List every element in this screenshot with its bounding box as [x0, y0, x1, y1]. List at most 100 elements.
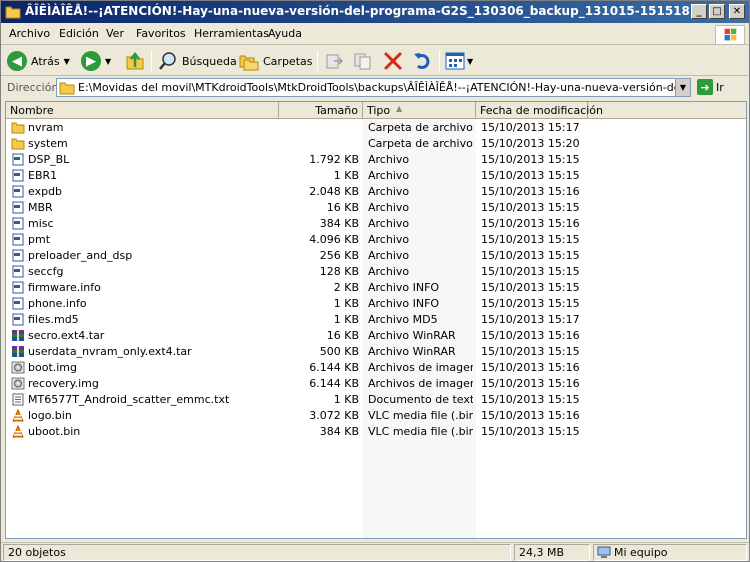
table-row[interactable]: preloader_and_dsp 256 KB Archivo 15/10/2013…	[6, 248, 746, 264]
address-path: E:\Movidas del movil\MTKdroidTools\MtkDr…	[78, 81, 690, 94]
window-title: ÂÎÊÌÀÎÊÅ!--¡ATENCIÓN!-Hay-una-nueva-vers…	[25, 4, 690, 18]
file-icon	[12, 281, 24, 294]
file-type: Archivo	[368, 153, 410, 166]
table-row[interactable]: uboot.bin 384 KB VLC media file (.bin) 15/1…	[6, 424, 746, 440]
search-button[interactable]: Búsqueda	[158, 49, 237, 73]
folders-button[interactable]: Carpetas	[239, 49, 312, 73]
file-type: Archivo INFO	[368, 281, 440, 294]
file-date: 15/10/2013 15:16	[481, 361, 580, 374]
vlc-icon	[12, 425, 24, 438]
table-row[interactable]: files.md5 1 KB Archivo MD5 15/10/2013 15:17	[6, 312, 746, 328]
move-to-button[interactable]	[324, 49, 344, 73]
address-input[interactable]: E:\Movidas del movil\MTKdroidTools\MtkDr…	[56, 78, 691, 97]
file-date: 15/10/2013 15:15	[481, 297, 580, 310]
minimize-button[interactable]: _	[691, 4, 707, 19]
chevron-down-icon: ▼	[63, 56, 70, 66]
file-icon	[12, 169, 24, 182]
copy-to-button[interactable]	[353, 49, 373, 73]
file-type: Archivo WinRAR	[368, 345, 456, 358]
file-date: 15/10/2013 15:15	[481, 393, 580, 406]
file-name: nvram	[28, 121, 64, 134]
file-date: 15/10/2013 15:15	[481, 265, 580, 278]
table-row[interactable]: phone.info 1 KB Archivo INFO 15/10/2013 15:…	[6, 296, 746, 312]
forward-button[interactable]: ▶ ▼	[81, 49, 111, 73]
file-list[interactable]: Nombre Tamaño Tipo ▲ Fecha de modificaci…	[5, 101, 747, 539]
table-row[interactable]: expdb 2.048 KB Archivo 15/10/2013 15:16	[6, 184, 746, 200]
table-row[interactable]: system Carpeta de archivos 15/10/2013 15:2…	[6, 136, 746, 152]
file-type: Archivo	[368, 217, 410, 230]
file-icon	[12, 313, 24, 326]
status-object-count: 20 objetos	[3, 544, 511, 561]
table-row[interactable]: pmt 4.096 KB Archivo 15/10/2013 15:15	[6, 232, 746, 248]
undo-button[interactable]	[412, 49, 432, 73]
file-size: 6.144 KB	[309, 377, 359, 390]
views-button[interactable]: ▼	[445, 49, 473, 73]
table-row[interactable]: recovery.img 6.144 KB Archivos de imagen 15…	[6, 376, 746, 392]
delete-button[interactable]	[383, 49, 403, 73]
file-date: 15/10/2013 15:15	[481, 249, 580, 262]
undo-icon	[414, 53, 430, 69]
file-size: 1 KB	[333, 393, 359, 406]
toolbar-separator	[151, 51, 152, 71]
file-size: 16 KB	[326, 201, 359, 214]
file-date: 15/10/2013 15:15	[481, 425, 580, 438]
search-label: Búsqueda	[182, 54, 237, 68]
file-type: Archivo	[368, 185, 410, 198]
back-button[interactable]: ◀ Atrás ▼	[7, 49, 70, 73]
file-type: Archivo	[368, 249, 410, 262]
table-row[interactable]: logo.bin 3.072 KB VLC media file (.bin) 15/…	[6, 408, 746, 424]
file-size: 4.096 KB	[309, 233, 359, 246]
file-size: 1 KB	[333, 169, 359, 182]
file-type: Archivos de imagen	[368, 361, 473, 374]
menu-ver[interactable]: Ver	[106, 27, 124, 40]
table-row[interactable]: MT6577T_Android_scatter_emmc.txt 1 KB Docu…	[6, 392, 746, 408]
table-row[interactable]: MBR 16 KB Archivo 15/10/2013 15:15	[6, 200, 746, 216]
menu-favoritos[interactable]: Favoritos	[136, 27, 186, 40]
column-header-date[interactable]: Fecha de modificación	[476, 102, 603, 119]
toolbar-separator	[317, 51, 318, 71]
table-row[interactable]: seccfg 128 KB Archivo 15/10/2013 15:15	[6, 264, 746, 280]
file-icon	[12, 185, 24, 198]
close-button[interactable]: ✕	[729, 4, 745, 19]
status-total-size: 24,3 MB	[514, 544, 590, 561]
menu-herramientas[interactable]: Herramientas	[194, 27, 269, 40]
folder-icon	[11, 122, 25, 134]
file-date: 15/10/2013 15:15	[481, 201, 580, 214]
table-row[interactable]: userdata_nvram_only.ext4.tar 500 KB Archiv…	[6, 344, 746, 360]
table-row[interactable]: secro.ext4.tar 16 KB Archivo WinRAR 15/10/2…	[6, 328, 746, 344]
file-type: VLC media file (.bin)	[368, 425, 473, 438]
file-type: Archivo MD5	[368, 313, 438, 326]
file-size: 128 KB	[319, 265, 359, 278]
go-arrow-icon: ➔	[697, 79, 713, 95]
file-size: 500 KB	[319, 345, 359, 358]
menu-archivo[interactable]: Archivo	[9, 27, 50, 40]
file-type: Archivo	[368, 265, 410, 278]
file-type: Archivo WinRAR	[368, 329, 456, 342]
maximize-button[interactable]: □	[709, 4, 725, 19]
go-button[interactable]: ➔ Ir	[697, 79, 724, 95]
copy-to-icon	[354, 53, 371, 70]
table-row[interactable]: firmware.info 2 KB Archivo INFO 15/10/2013 …	[6, 280, 746, 296]
menu-edicion[interactable]: Edición	[59, 27, 99, 40]
file-date: 15/10/2013 15:17	[481, 313, 580, 326]
file-date: 15/10/2013 15:16	[481, 329, 580, 342]
table-row[interactable]: EBR1 1 KB Archivo 15/10/2013 15:15	[6, 168, 746, 184]
file-icon	[12, 249, 24, 262]
file-date: 15/10/2013 15:16	[481, 185, 580, 198]
toolbar: ◀ Atrás ▼ ▶ ▼ Búsqueda Carpetas ▼	[1, 46, 749, 76]
my-computer-icon	[597, 546, 611, 558]
address-dropdown-button[interactable]: ▼	[675, 79, 690, 96]
folder-icon	[59, 82, 75, 95]
up-folder-button[interactable]	[125, 49, 145, 73]
column-header-type[interactable]: Tipo ▲	[363, 102, 476, 119]
menu-ayuda[interactable]: Ayuda	[268, 27, 302, 40]
table-row[interactable]: misc 384 KB Archivo 15/10/2013 15:16	[6, 216, 746, 232]
column-header-size[interactable]: Tamaño	[279, 102, 363, 119]
table-row[interactable]: boot.img 6.144 KB Archivos de imagen 15/10/…	[6, 360, 746, 376]
column-header-name[interactable]: Nombre	[6, 102, 279, 119]
title-bar[interactable]: ÂÎÊÌÀÎÊÅ!--¡ATENCIÓN!-Hay-una-nueva-vers…	[1, 1, 749, 23]
file-type: VLC media file (.bin)	[368, 409, 473, 422]
table-row[interactable]: DSP_BL 1.792 KB Archivo 15/10/2013 15:15	[6, 152, 746, 168]
file-date: 15/10/2013 15:15	[481, 233, 580, 246]
table-row[interactable]: nvram Carpeta de archivos 15/10/2013 15:17	[6, 120, 746, 136]
